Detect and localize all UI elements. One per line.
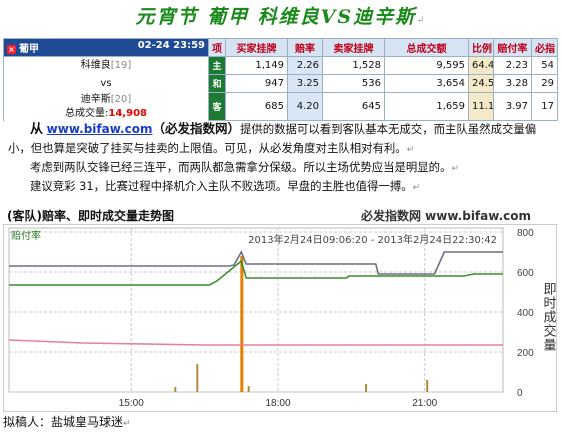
page-title: 元宵节 葡甲 科维良VS迪辛斯↵: [135, 6, 427, 28]
y-tick-label: 600: [517, 268, 534, 279]
x-tick-label: 18:00: [265, 398, 290, 409]
volume-cell: 3,654: [384, 74, 469, 93]
row-tag: 客: [208, 92, 226, 121]
payout-cell: 2.23: [493, 56, 532, 75]
match-datetime: 02-24 23:59: [137, 40, 205, 51]
payout-cell: 3.97: [493, 92, 532, 121]
volume-bar: [426, 380, 429, 392]
y-axis-label: 即时成交量: [541, 282, 557, 352]
odds-cell: 2.26: [287, 56, 323, 75]
table-row: vs 和 947 3.25 536 3,654 24.5 3.28 29: [3, 74, 558, 93]
sell-cell: 536: [322, 74, 385, 93]
volume-bar: [247, 386, 250, 392]
vs-label: vs: [3, 74, 209, 93]
para-lead: 从: [30, 122, 44, 137]
odds-cell: 3.25: [287, 74, 323, 93]
col-header: 买家挂牌: [225, 38, 288, 57]
volume-bar: [174, 387, 177, 392]
ratio-cell: 24.5: [468, 74, 494, 93]
index-cell: 54: [531, 56, 558, 75]
col-header: 赔率: [287, 38, 323, 57]
col-header: 项: [208, 38, 226, 57]
table-row: 科维良[19] 主 1,149 2.26 1,528 9,595 64.4 2.…: [3, 56, 558, 75]
total-value: 14,908: [108, 107, 147, 119]
payout-cell: 3.28: [493, 74, 532, 93]
col-header: 赔付率: [493, 38, 532, 57]
col-header: 卖家挂牌: [322, 38, 385, 57]
close-icon[interactable]: ×: [7, 45, 16, 54]
y-tick-label: 800: [517, 228, 534, 239]
para-text: 考虑到两队交锋已经三连平，而两队都急需拿分保级。所以主场优势应当是明显的。: [30, 160, 452, 174]
sell-cell: 1,528: [322, 56, 385, 75]
ratio-cell: 64.4: [468, 56, 494, 75]
buy-cell: 947: [225, 74, 288, 93]
volume-bar: [365, 384, 368, 392]
plot-area: [8, 227, 504, 393]
chart-header: (客队)赔率、即时成交量走势图 必发指数网 www.bifaw.com: [3, 207, 557, 224]
league-name: 葡甲: [19, 44, 39, 55]
row-tag: 主: [208, 56, 226, 75]
analysis-paragraph: 从 www.bifaw.com（必发指数网）提供的数据可以看到客队基本无成交，而…: [8, 121, 537, 155]
col-header: 比例: [468, 38, 494, 57]
x-tick-label: 15:00: [119, 398, 144, 409]
author-line: 拟稿人：盐城皇马球迷↵: [3, 415, 131, 429]
y-tick-label: 200: [517, 348, 534, 359]
volume-bar: [196, 364, 199, 392]
table-row: 迪辛斯[20] 总成交量:14,908 客 685 4.20 645 1,659 …: [3, 92, 558, 121]
volume-cell: 9,595: [384, 56, 469, 75]
league-cell: × 葡甲 02-24 23:59: [3, 38, 209, 57]
para-mark: ↵: [416, 15, 427, 26]
corner-label: 赔付率: [11, 229, 41, 242]
odds-volume-chart: 0 200 400 600 800 15:00 18:00 21:00 赔付率 2013年2月24…: [3, 224, 557, 412]
time-range-label: 2013年2月24日09:06:20 - 2013年2月24日22:30:42: [248, 233, 497, 246]
chart-title: (客队)赔率、即时成交量走势图: [7, 209, 174, 223]
col-header: 总成交额: [384, 38, 469, 57]
row-tag: 和: [208, 74, 226, 93]
sell-cell: 645: [322, 92, 385, 121]
col-header: 必指: [531, 38, 558, 57]
ratio-cell: 11.1: [468, 92, 494, 121]
table-header-row: × 葡甲 02-24 23:59 项 买家挂牌 赔率 卖家挂牌 总成交额 比例 赔…: [3, 38, 558, 57]
site-brand: （必发指数网）: [152, 121, 240, 136]
x-tick-label: 21:00: [412, 398, 437, 409]
analysis-paragraph: 建议竞彩 31，比赛过程中择机介入主队不败选项。早盘的主胜也值得一搏。↵: [30, 179, 421, 193]
analysis-paragraph: 考虑到两队交锋已经三连平，而两队都急需拿分保级。所以主场优势应当是明显的。↵: [30, 160, 460, 174]
y-tick-label: 400: [517, 308, 534, 319]
volume-bar: [240, 256, 244, 392]
away-team: 迪辛斯[20] 总成交量:14,908: [3, 92, 209, 121]
volume-cell: 1,659: [384, 92, 469, 121]
total-label: 总成交量:: [65, 107, 109, 119]
para-text: 建议竞彩 31，比赛过程中择机介入主队不败选项。早盘的主胜也值得一搏。: [30, 179, 413, 193]
buy-cell: 1,149: [225, 56, 288, 75]
market-table: × 葡甲 02-24 23:59 项 买家挂牌 赔率 卖家挂牌 总成交额 比例 赔…: [3, 38, 558, 121]
y-tick-label: 0: [517, 388, 523, 399]
index-cell: 29: [531, 74, 558, 93]
buy-cell: 685: [225, 92, 288, 121]
odds-cell: 4.20: [287, 92, 323, 121]
chart-site: 必发指数网 www.bifaw.com: [361, 209, 531, 223]
home-team: 科维良[19]: [3, 56, 209, 75]
site-link[interactable]: www.bifaw.com: [47, 122, 153, 136]
index-cell: 17: [531, 92, 558, 121]
